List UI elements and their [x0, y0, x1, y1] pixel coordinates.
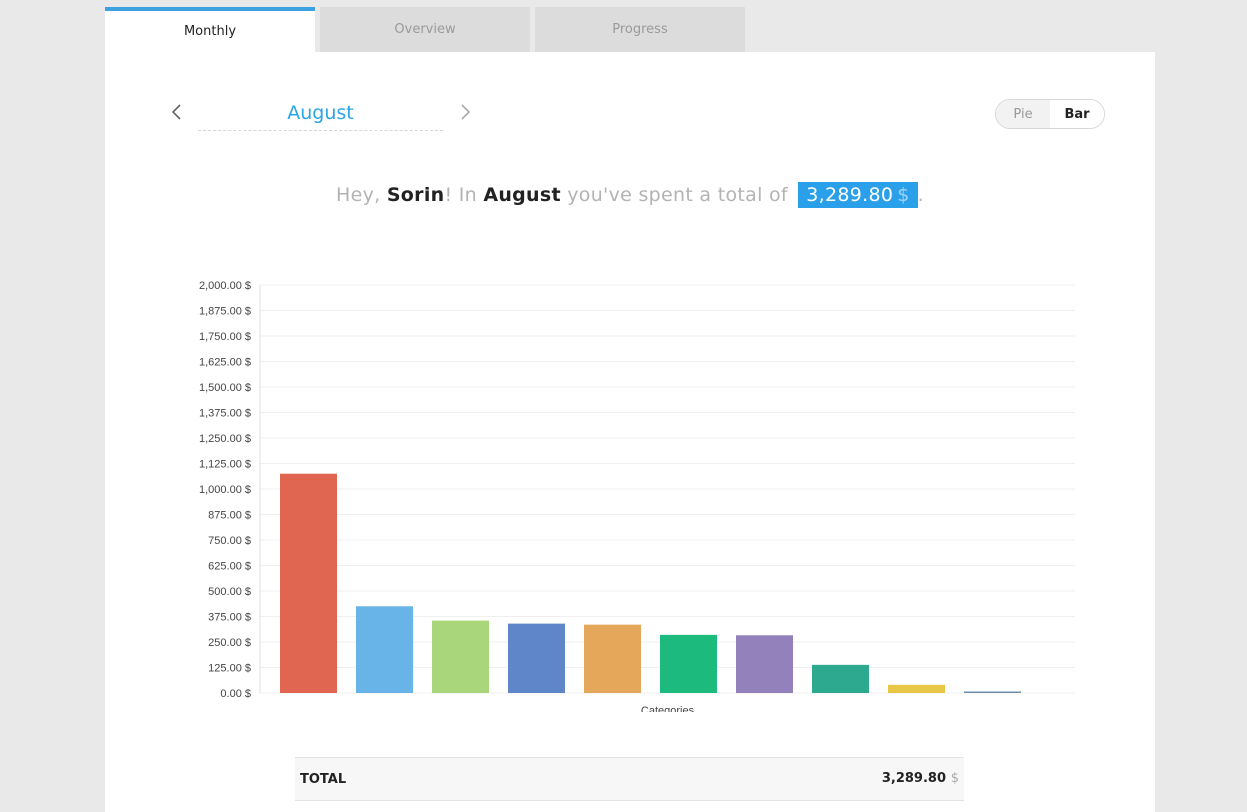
- y-tick-label: 1,125.00 $: [199, 459, 251, 471]
- previous-month-button[interactable]: [165, 100, 189, 124]
- month-navigator: August: [165, 90, 485, 135]
- bar: [432, 620, 489, 693]
- bar: [356, 606, 413, 693]
- y-tick-label: 1,250.00 $: [199, 433, 251, 445]
- bar: [812, 664, 869, 693]
- monthly-panel: August Pie Bar Hey, Sorin! In August you…: [105, 52, 1155, 812]
- y-tick-label: 250.00 $: [208, 637, 251, 649]
- spending-summary: Hey, Sorin! In August you've spent a tot…: [105, 182, 1155, 208]
- y-tick-label: 500.00 $: [208, 586, 251, 598]
- y-tick-label: 1,000.00 $: [199, 484, 251, 496]
- bar: [508, 623, 565, 693]
- current-month-label[interactable]: August: [198, 96, 443, 131]
- chart-type-toggle: Pie Bar: [995, 99, 1105, 129]
- y-tick-label: 375.00 $: [208, 612, 251, 624]
- category-bar-chart: 0.00 $ 125.00 $ 250.00 $ 375.00 $ 500.00 $ 62…: [199, 280, 1075, 712]
- total-spent-currency: $: [897, 184, 910, 206]
- y-tick-label: 1,500.00 $: [199, 382, 251, 394]
- y-tick-label: 625.00 $: [208, 561, 251, 573]
- summary-month: August: [483, 184, 561, 206]
- chevron-left-icon: [171, 104, 181, 120]
- y-tick-label: 750.00 $: [208, 535, 251, 547]
- bar: [280, 473, 337, 693]
- tab-monthly[interactable]: Monthly: [105, 7, 315, 52]
- summary-end: .: [917, 184, 924, 206]
- total-spent-amount: 3,289.80: [806, 184, 894, 206]
- y-tick-label: 2,000.00 $: [199, 280, 251, 292]
- y-tick-label: 1,375.00 $: [199, 408, 251, 420]
- next-month-button[interactable]: [453, 100, 477, 124]
- chevron-right-icon: [461, 104, 471, 120]
- total-label: TOTAL: [300, 772, 347, 787]
- tab-progress[interactable]: Progress: [535, 7, 745, 52]
- x-axis-label: Categories: [641, 705, 695, 712]
- tab-overview[interactable]: Overview: [320, 7, 530, 52]
- y-tick-label: 125.00 $: [208, 663, 251, 675]
- bar: [660, 634, 717, 693]
- bar: [584, 624, 641, 693]
- total-spent-badge: 3,289.80 $: [798, 182, 918, 208]
- user-name: Sorin: [386, 184, 445, 206]
- total-row: TOTAL 3,289.80 $: [295, 757, 964, 801]
- y-tick-label: 875.00 $: [208, 510, 251, 522]
- y-tick-label: 0.00 $: [220, 688, 251, 700]
- bar: [888, 684, 945, 693]
- spent-text: you've spent a total of: [567, 184, 788, 206]
- bar: [964, 691, 1021, 693]
- y-tick-label: 1,875.00 $: [199, 306, 251, 318]
- bar: [736, 635, 793, 693]
- total-currency: $: [950, 771, 959, 786]
- greeting-text: Hey,: [336, 184, 381, 206]
- pie-toggle-button[interactable]: Pie: [996, 100, 1050, 128]
- y-tick-label: 1,625.00 $: [199, 357, 251, 369]
- in-text: ! In: [444, 184, 477, 206]
- y-tick-label: 1,750.00 $: [199, 331, 251, 343]
- total-value: 3,289.80: [881, 771, 946, 786]
- bar-toggle-button[interactable]: Bar: [1050, 100, 1104, 128]
